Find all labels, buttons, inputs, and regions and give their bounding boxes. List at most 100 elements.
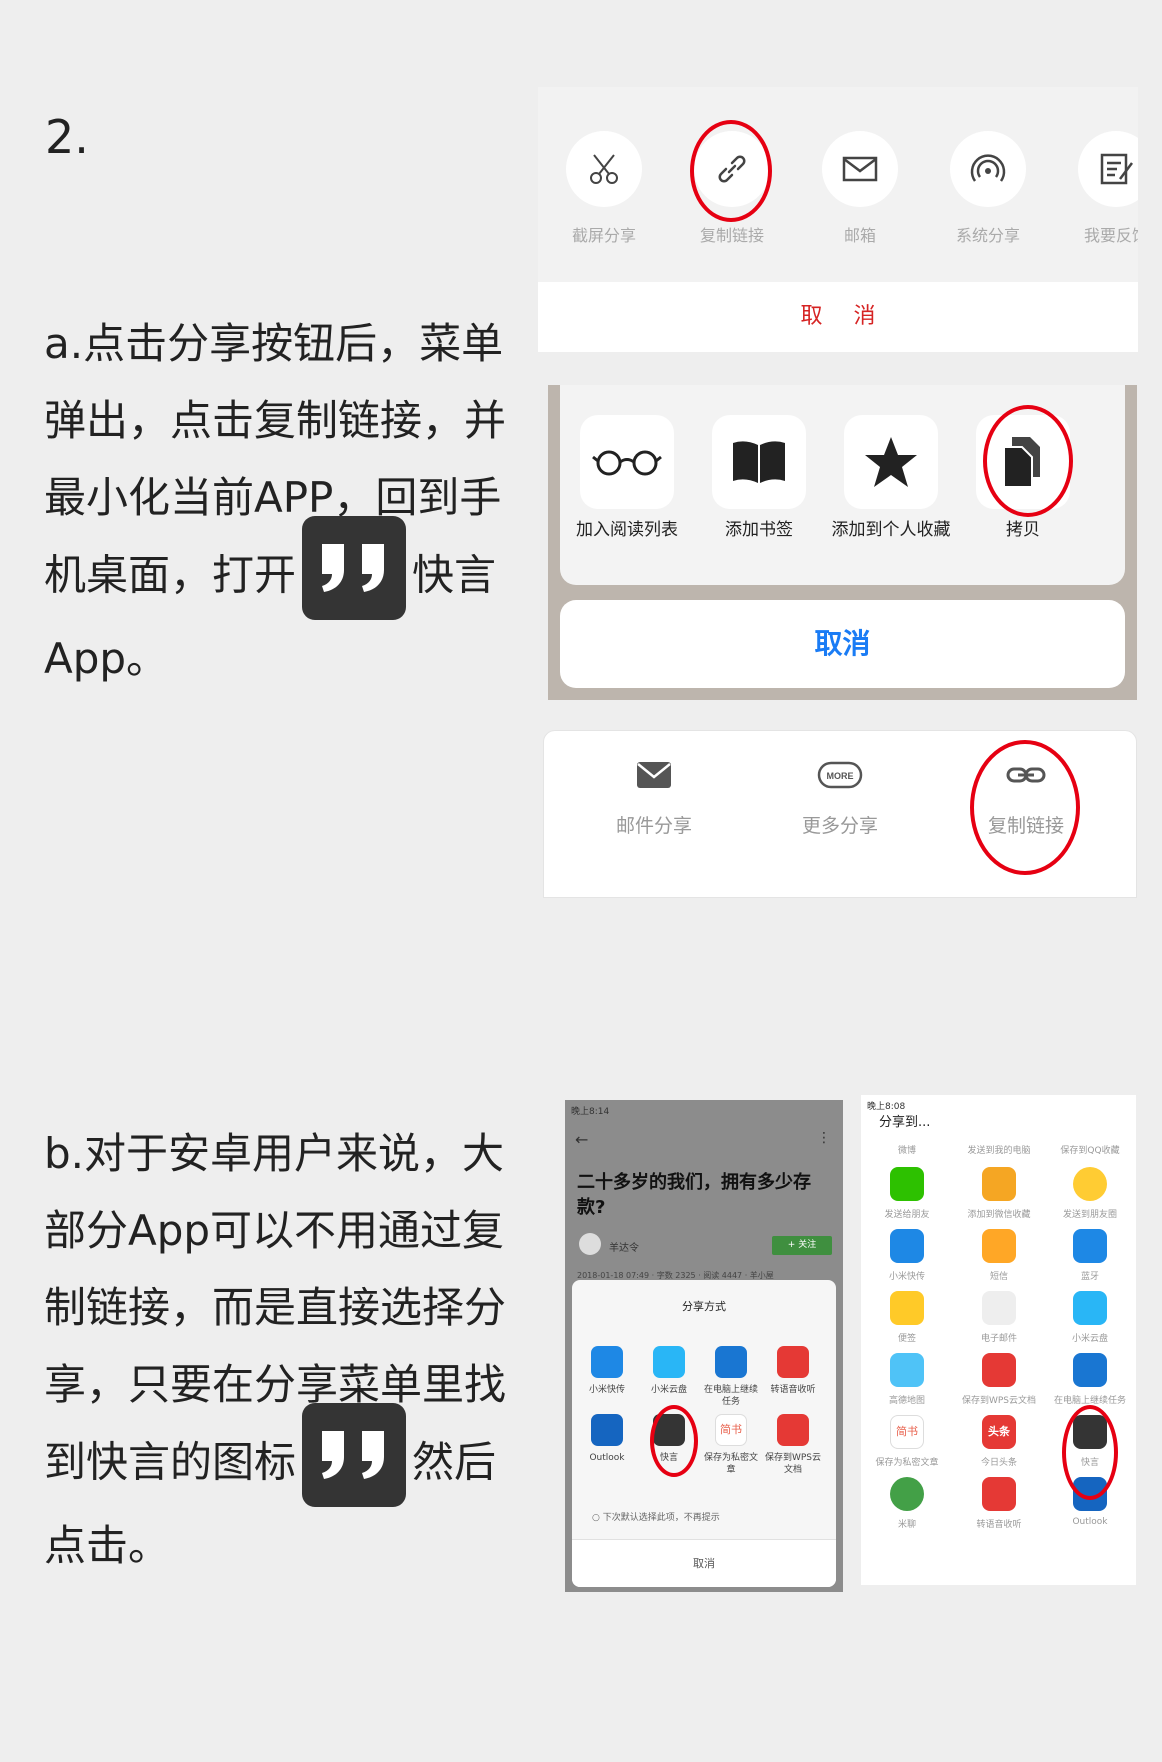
android-share-screenshot-1: 晚上8:14 ← ⋮ 二十多岁的我们，拥有多少存款? 羊达令 + 关注 2018… xyxy=(565,1100,843,1592)
share-option-label: 保存为私密文章 xyxy=(703,1453,758,1475)
share-option[interactable]: 小米云盘 xyxy=(1044,1291,1136,1344)
mi-cloud-icon xyxy=(653,1346,685,1378)
share-item-label: 邮箱 xyxy=(843,226,876,245)
glasses-icon[interactable] xyxy=(580,415,674,509)
remember-checkbox-label: 下次默认选择此项，不再提示 xyxy=(602,1513,720,1523)
instruction-a: a.点击分享按钮后，菜单弹出，点击复制链接，并最小化当前APP，回到手机桌面，打… xyxy=(44,305,534,697)
share-option[interactable]: 高德地图 xyxy=(861,1353,953,1406)
cancel-button[interactable]: 取消 xyxy=(572,1539,836,1587)
share-option[interactable]: 简书 保存为私密文章 xyxy=(700,1414,762,1476)
toutiao-icon: 头条 xyxy=(982,1415,1016,1449)
mail-icon xyxy=(637,762,671,788)
cancel-button[interactable]: 取 消 xyxy=(538,282,1138,352)
instruction-b-text: b.对于安卓用户来说，大部分App可以不用通过复制链接，而是直接选择分享，只要在… xyxy=(44,1129,507,1487)
kuaiyan-app-icon xyxy=(302,516,407,620)
feedback-icon[interactable] xyxy=(1078,131,1138,207)
share-option-label: 发送给朋友 xyxy=(884,1210,930,1220)
share-option-label: 添加到微信收藏 xyxy=(967,1210,1031,1220)
mail-share-item[interactable]: 邮件分享 xyxy=(574,761,734,838)
share-option[interactable]: 米聊 xyxy=(861,1477,953,1530)
cancel-button[interactable]: 取消 xyxy=(560,600,1125,688)
share-option[interactable]: 转语音收听 xyxy=(953,1477,1045,1530)
share-option-label: 今日头条 xyxy=(980,1458,1017,1468)
wechat-favorite-icon xyxy=(982,1167,1016,1201)
android-share-screenshot-2: 晚上8:08 分享到... 微博 发送到我的电脑 保存到QQ收藏 发送给朋友 添… xyxy=(861,1095,1136,1585)
share-option-label: Outlook xyxy=(1072,1517,1108,1527)
share-item-label: 系统分享 xyxy=(955,226,1020,245)
share-option[interactable]: 电子邮件 xyxy=(953,1291,1045,1344)
share-option-label: 小米快传 xyxy=(888,1272,925,1282)
highlight-circle xyxy=(650,1405,698,1477)
share-option-label: 蓝牙 xyxy=(1080,1272,1099,1282)
broadcast-icon[interactable] xyxy=(950,131,1026,207)
share-option-label: Outlook xyxy=(589,1453,625,1463)
share-dialog: 分享方式 小米快传 小米云盘 在电脑上继续任务 转语音收听 Outlook 快言… xyxy=(572,1280,836,1587)
share-option[interactable]: 小米云盘 xyxy=(638,1346,700,1396)
step-number: 2. xyxy=(45,110,89,164)
more-badge: MORE xyxy=(827,771,854,781)
jianshu-icon: 简书 xyxy=(715,1414,747,1446)
author-name: 羊达令 xyxy=(609,1243,639,1254)
share-option[interactable]: 添加到微信收藏 xyxy=(953,1167,1045,1220)
share-option[interactable]: 在电脑上继续任务 xyxy=(700,1346,762,1408)
share-to-title: 分享到... xyxy=(879,1115,931,1130)
mail-icon[interactable] xyxy=(822,131,898,207)
highlight-circle xyxy=(690,120,772,222)
share-item-label: 邮件分享 xyxy=(615,815,692,837)
share-option-label: 小米快传 xyxy=(588,1385,625,1395)
share-item-label: 加入阅读列表 xyxy=(576,520,678,540)
share-item-label: 拷贝 xyxy=(1006,520,1040,540)
book-icon[interactable] xyxy=(712,415,806,509)
share-option-label: 在电脑上继续任务 xyxy=(703,1385,758,1407)
share-dialog-title: 分享方式 xyxy=(682,1300,726,1313)
kuaiyan-app-icon xyxy=(302,1403,407,1507)
back-arrow-icon[interactable]: ← xyxy=(575,1130,588,1149)
listen-icon xyxy=(982,1477,1016,1511)
share-option[interactable]: 在电脑上继续任务 xyxy=(1044,1353,1136,1406)
share-option[interactable]: 短信 xyxy=(953,1229,1045,1282)
amap-icon xyxy=(890,1353,924,1387)
wps-icon xyxy=(982,1353,1016,1387)
bluetooth-icon xyxy=(1073,1229,1107,1263)
share-option[interactable]: 便签 xyxy=(861,1291,953,1344)
share-option[interactable]: 蓝牙 xyxy=(1044,1229,1136,1282)
email-icon xyxy=(982,1291,1016,1325)
mi-cloud-icon xyxy=(1073,1291,1107,1325)
mitalk-icon xyxy=(890,1477,924,1511)
article-title: 二十多岁的我们，拥有多少存款? xyxy=(577,1172,811,1218)
share-option-label: 转语音收听 xyxy=(976,1520,1022,1530)
more-share-item[interactable]: MORE 更多分享 xyxy=(760,761,920,838)
share-option[interactable]: Outlook xyxy=(576,1414,638,1464)
more-vert-icon[interactable]: ⋮ xyxy=(817,1130,831,1146)
share-option[interactable]: 发送到朋友圈 xyxy=(1044,1167,1136,1220)
remember-checkbox[interactable]: ○ 下次默认选择此项，不再提示 xyxy=(592,1510,720,1523)
notes-icon xyxy=(890,1291,924,1325)
highlight-circle xyxy=(983,405,1073,517)
share-option[interactable]: 发送给朋友 xyxy=(861,1167,953,1220)
share-option[interactable]: 小米快传 xyxy=(861,1229,953,1282)
share-option[interactable]: 简书 保存为私密文章 xyxy=(861,1415,953,1468)
avatar xyxy=(579,1233,601,1255)
share-option[interactable]: 保存到WPS云文档 xyxy=(762,1414,824,1476)
moments-icon xyxy=(1073,1167,1107,1201)
sms-icon xyxy=(982,1229,1016,1263)
share-option[interactable]: 小米快传 xyxy=(576,1346,638,1396)
share-option[interactable]: 转语音收听 xyxy=(762,1346,824,1396)
share-option[interactable]: 头条 今日头条 xyxy=(953,1415,1045,1468)
share-item-label: 截屏分享 xyxy=(571,226,636,245)
follow-button[interactable]: + 关注 xyxy=(772,1236,832,1255)
share-option-label: 便签 xyxy=(897,1334,916,1344)
outlook-icon xyxy=(591,1414,623,1446)
share-option-label: 电子邮件 xyxy=(980,1334,1017,1344)
share-option[interactable]: 保存到WPS云文档 xyxy=(953,1353,1045,1406)
share-option-label: 保存到WPS云文档 xyxy=(961,1396,1037,1406)
star-icon[interactable] xyxy=(844,415,938,509)
mi-drop-icon xyxy=(890,1229,924,1263)
share-option-label: 转语音收听 xyxy=(770,1385,816,1395)
wechat-icon xyxy=(890,1167,924,1201)
share-item-label: 添加书签 xyxy=(725,520,793,540)
share-item-label: 我要反馈 xyxy=(1083,226,1138,245)
highlight-circle xyxy=(970,740,1080,875)
scissors-icon[interactable] xyxy=(566,131,642,207)
share-option-label: 发送到朋友圈 xyxy=(1062,1210,1117,1220)
